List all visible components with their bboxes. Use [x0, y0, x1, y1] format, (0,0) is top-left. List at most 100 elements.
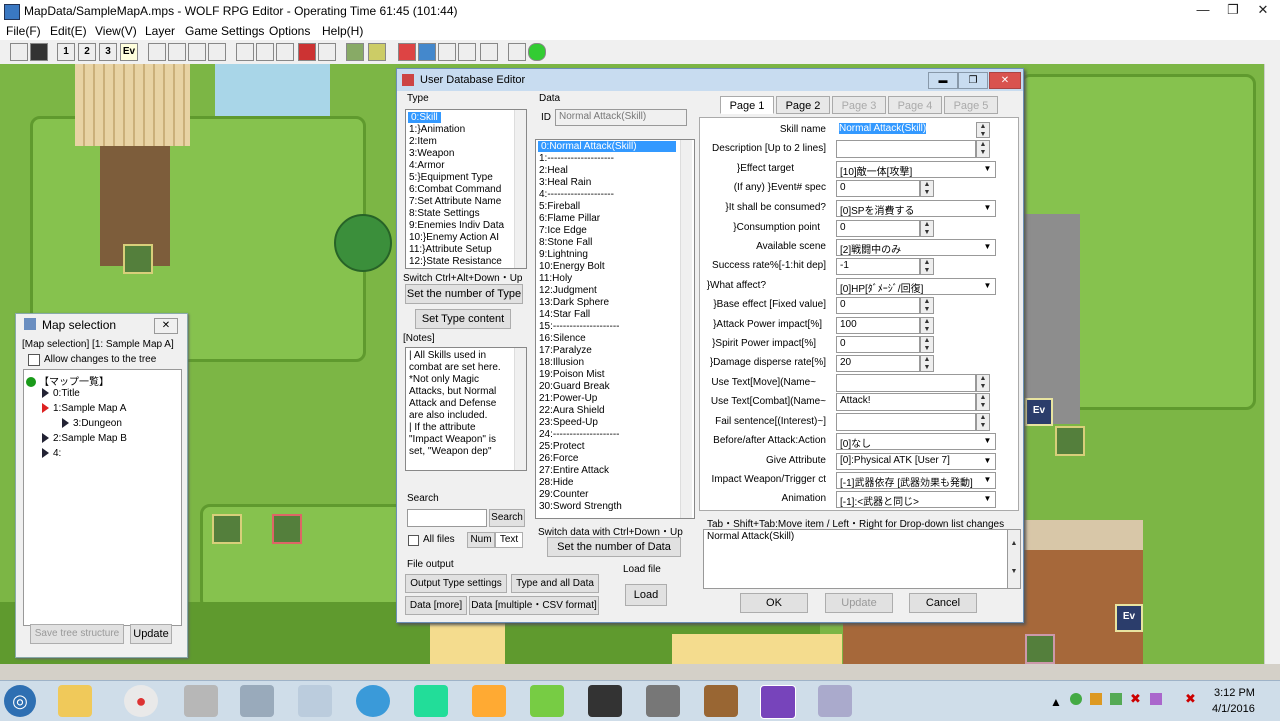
save-icon[interactable] [30, 43, 48, 61]
data-item[interactable]: 8:Stone Fall [539, 237, 592, 248]
data-item[interactable]: 22:Aura Shield [539, 405, 605, 416]
camera-icon[interactable] [646, 685, 680, 717]
use-text-combat-field[interactable]: Attack! [836, 393, 976, 411]
data-item[interactable]: 27:Entire Attack [539, 465, 609, 476]
data-item[interactable]: 21:Power-Up [539, 393, 597, 404]
success-rate-field[interactable]: -1 [836, 258, 920, 275]
memo-field[interactable]: Normal Attack(Skill) [703, 529, 1009, 589]
animation-dropdown[interactable]: [-1]:<武器と同じ> [836, 491, 996, 508]
set-number-of-data-button[interactable]: Set the number of Data [547, 537, 681, 557]
tab-page-4[interactable]: Page 4 [888, 96, 942, 114]
explorer-icon[interactable] [58, 685, 92, 717]
base-effect-spinner[interactable]: ▲ ▼ [920, 297, 934, 314]
skill-name-scroll[interactable]: ▲ ▼ [976, 122, 990, 138]
data-item[interactable]: 24:-------------------- [539, 429, 620, 440]
attack-power-spinner[interactable]: ▲ ▼ [920, 317, 934, 334]
close-button[interactable]: ✕ [1248, 0, 1278, 20]
data-item[interactable]: 4:-------------------- [539, 189, 614, 200]
new-file-icon[interactable] [10, 43, 28, 61]
search-input[interactable] [407, 509, 487, 527]
tray-icon[interactable] [1070, 693, 1082, 705]
video-icon[interactable] [588, 685, 622, 717]
attack-power-field[interactable]: 100 [836, 317, 920, 334]
notes-scrollbar[interactable] [514, 348, 526, 470]
type-item[interactable]: 12:}State Resistance [409, 256, 502, 267]
use-text-combat-scroll[interactable]: ▲ ▼ [976, 393, 990, 411]
data-item[interactable]: 13:Dark Sphere [539, 297, 609, 308]
data-list-scrollbar[interactable] [680, 140, 692, 518]
tool-rect-icon[interactable] [168, 43, 186, 61]
tray-icon[interactable] [1090, 693, 1102, 705]
type-item[interactable]: 4:Armor [409, 160, 445, 171]
data-item[interactable]: 23:Speed-Up [539, 417, 598, 428]
impact-weapon-dropdown[interactable]: [-1]武器依存 [武器効果も発動] [836, 472, 996, 489]
capture-icon[interactable] [240, 685, 274, 717]
data-item[interactable]: 1:-------------------- [539, 153, 614, 164]
what-affect-dropdown[interactable]: [0]HP[ﾀﾞﾒｰｼﾞ/回復] [836, 278, 996, 295]
type-item[interactable]: 3:Weapon [409, 148, 454, 159]
chip-icon[interactable] [368, 43, 386, 61]
memo-scroll[interactable]: ▲ ▼ [1007, 529, 1021, 589]
type-list[interactable]: 0:Skill 1:}Animation 2:Item 3:Weapon 4:A… [405, 109, 527, 269]
editor-close-button[interactable]: ✕ [989, 72, 1021, 89]
use-text-move-scroll[interactable]: ▲ ▼ [976, 374, 990, 392]
minimize-button[interactable]: — [1188, 0, 1218, 20]
base-effect-field[interactable]: 0 [836, 297, 920, 314]
menu-options[interactable]: Options [269, 24, 310, 38]
use-text-move-field[interactable] [836, 374, 976, 392]
tray-arrow-icon[interactable]: ▲ [1050, 695, 1062, 709]
menu-help[interactable]: Help(H) [322, 24, 363, 38]
tab-page-5[interactable]: Page 5 [944, 96, 998, 114]
type-item[interactable]: 8:State Settings [409, 208, 480, 219]
chevron-down-icon[interactable]: ▼ [980, 203, 995, 212]
consumption-point-spinner[interactable]: ▲ ▼ [920, 220, 934, 237]
tool-fill-icon[interactable] [188, 43, 206, 61]
layer-2-button[interactable]: 2 [78, 43, 96, 61]
map-selection-close-button[interactable]: ✕ [154, 318, 178, 334]
chevron-down-icon[interactable]: ▼ [980, 494, 995, 503]
download-icon[interactable] [704, 685, 738, 717]
before-after-dropdown[interactable]: [0]なし [836, 433, 996, 450]
tab-page-3[interactable]: Page 3 [832, 96, 886, 114]
type-item[interactable]: 7:Set Attribute Name [409, 196, 501, 207]
cancel-button[interactable]: Cancel [909, 593, 977, 613]
data-item[interactable]: 16:Silence [539, 333, 586, 344]
type-item[interactable]: 9:Enemies Indiv Data [409, 220, 504, 231]
data-multiple-csv-button[interactable]: Data [multiple・CSV format] [469, 596, 599, 615]
tool-select-icon[interactable] [208, 43, 226, 61]
paste-icon[interactable] [276, 43, 294, 61]
data-item[interactable]: 9:Lightning [539, 249, 588, 260]
event-spec-spinner[interactable]: ▲ ▼ [920, 180, 934, 197]
clock-date[interactable]: 4/1/2016 [1212, 703, 1255, 715]
cut-icon[interactable] [236, 43, 254, 61]
data-item[interactable]: 30:Sword Strength [539, 501, 622, 512]
spirit-power-field[interactable]: 0 [836, 336, 920, 353]
data-item[interactable]: 3:Heal Rain [539, 177, 591, 188]
audio-icon[interactable] [472, 685, 506, 717]
chevron-down-icon[interactable]: ▼ [980, 436, 995, 445]
editor-icon[interactable] [298, 685, 332, 717]
num-button[interactable]: Num [467, 532, 495, 548]
set-number-of-type-button[interactable]: Set the number of Type [405, 284, 523, 304]
data-item[interactable]: 26:Force [539, 453, 578, 464]
tray-network-icon[interactable]: ✖ [1130, 691, 1141, 707]
game-icon[interactable] [530, 685, 564, 717]
sound-icon[interactable] [480, 43, 498, 61]
tree-root[interactable]: 【マップ一覧】 [26, 373, 109, 388]
tab-page-2[interactable]: Page 2 [776, 96, 830, 114]
delete-icon[interactable] [298, 43, 316, 61]
data-item[interactable]: 11:Holy [539, 273, 572, 284]
type-item[interactable]: 1:}Animation [409, 124, 465, 135]
data-item[interactable]: 15:-------------------- [539, 321, 620, 332]
data-list[interactable]: 0:Normal Attack(Skill) 1:---------------… [535, 139, 695, 519]
layer-1-button[interactable]: 1 [57, 43, 75, 61]
update-button[interactable]: Update [825, 593, 893, 613]
undo-icon[interactable] [318, 43, 336, 61]
tree-item-sample-map-a[interactable]: 1:Sample Map A [42, 403, 126, 414]
data-item[interactable]: 18:Illusion [539, 357, 584, 368]
fail-sentence-scroll[interactable]: ▲ ▼ [976, 413, 990, 431]
type-and-all-data-button[interactable]: Type and all Data [511, 574, 599, 593]
editor-minimize-button[interactable]: ▬ [928, 72, 958, 89]
wolf-editor-icon[interactable] [760, 685, 796, 719]
play-icon[interactable] [528, 43, 546, 61]
